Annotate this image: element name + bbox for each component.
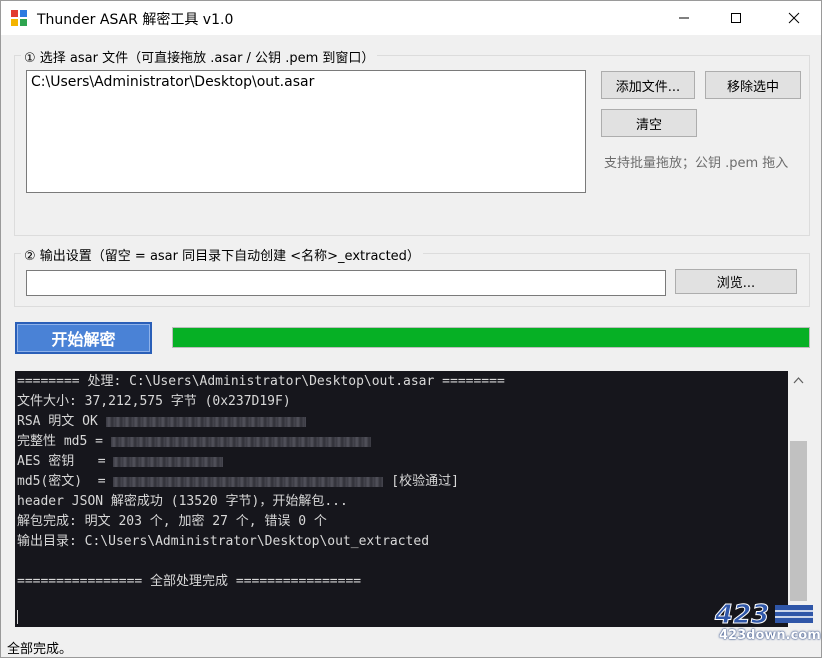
clear-button[interactable]: 清空	[601, 109, 697, 137]
log-lines: ======== 处理: C:\Users\Administrator\Desk…	[17, 372, 786, 592]
title-bar[interactable]: Thunder ASAR 解密工具 v1.0	[1, 1, 821, 35]
log-line: 文件大小: 37,212,575 字节 (0x237D19F)	[17, 392, 786, 412]
log-line-text: ================ 全部处理完成 ================	[17, 574, 362, 589]
log-line: ================ 全部处理完成 ================	[17, 572, 786, 592]
redacted-value	[113, 456, 224, 467]
log-line-text: 解包完成: 明文 203 个, 加密 27 个, 错误 0 个	[17, 514, 327, 529]
output-settings-group-label: ② 输出设置（留空 = asar 同目录下自动创建 <名称>_extracted…	[21, 245, 423, 264]
log-scrollbar[interactable]	[788, 371, 809, 627]
log-line: header JSON 解密成功 (13520 字节)，开始解包...	[17, 492, 786, 512]
log-line-text: 输出目录: C:\Users\Administrator\Desktop\out…	[17, 534, 430, 549]
close-button[interactable]	[771, 1, 817, 35]
app-window: Thunder ASAR 解密工具 v1.0 ① 选择 asar 文件（可直接拖…	[0, 0, 822, 658]
log-line-text: RSA 明文 OK	[17, 414, 106, 429]
minimize-icon	[679, 17, 689, 19]
log-line: 完整性 md5 =	[17, 432, 786, 452]
log-line: AES 密钥 =	[17, 452, 786, 472]
log-line: 输出目录: C:\Users\Administrator\Desktop\out…	[17, 532, 786, 552]
redacted-value	[110, 436, 371, 447]
log-line-text: 文件大小: 37,212,575 字节 (0x237D19F)	[17, 394, 291, 409]
log-line-text: header JSON 解密成功 (13520 字节)，开始解包...	[17, 494, 348, 509]
watermark-text: 423down.com	[719, 628, 821, 643]
log-line-text: AES 密钥 =	[17, 454, 114, 469]
remove-selected-button[interactable]: 移除选中	[705, 71, 801, 99]
progress-fill	[173, 328, 809, 347]
minimize-button[interactable]	[661, 1, 707, 35]
maximize-icon	[731, 13, 741, 23]
log-line-suffix: [校验通过]	[383, 474, 459, 489]
log-line: RSA 明文 OK	[17, 412, 786, 432]
text-cursor	[17, 610, 18, 624]
log-line: md5(密文) = [校验通过]	[17, 472, 786, 492]
close-icon	[788, 12, 800, 24]
redacted-value	[113, 476, 384, 487]
redacted-value	[105, 416, 306, 427]
site-watermark-logo: 423	[714, 600, 813, 627]
status-bar-text: 全部完成。	[7, 642, 73, 657]
file-select-group-label: ① 选择 asar 文件（可直接拖放 .asar / 公钥 .pem 到窗口）	[21, 47, 378, 66]
progress-bar	[172, 327, 810, 348]
svg-text:423: 423	[714, 600, 769, 627]
log-line-text: ======== 处理: C:\Users\Administrator\Desk…	[17, 374, 505, 389]
start-decrypt-button[interactable]: 开始解密	[15, 322, 152, 354]
add-file-button[interactable]: 添加文件...	[601, 71, 695, 99]
log-line: ======== 处理: C:\Users\Administrator\Desk…	[17, 372, 786, 392]
log-console[interactable]: ======== 处理: C:\Users\Administrator\Desk…	[15, 371, 788, 627]
file-list-item[interactable]: C:\Users\Administrator\Desktop\out.asar	[31, 74, 581, 90]
scrollbar-thumb[interactable]	[790, 441, 807, 601]
window-title: Thunder ASAR 解密工具 v1.0	[37, 12, 234, 28]
browse-button[interactable]: 浏览...	[675, 269, 797, 294]
app-icon	[11, 10, 27, 26]
file-listbox[interactable]: C:\Users\Administrator\Desktop\out.asar	[26, 70, 586, 193]
log-line: 解包完成: 明文 203 个, 加密 27 个, 错误 0 个	[17, 512, 786, 532]
log-line-text: md5(密文) =	[17, 474, 114, 489]
output-dir-input[interactable]	[26, 270, 666, 296]
scroll-up-arrow-icon[interactable]	[793, 376, 804, 384]
log-line-text: 完整性 md5 =	[17, 434, 111, 449]
drag-drop-hint: 支持批量拖放；公钥 .pem 拖入	[604, 156, 789, 171]
maximize-button[interactable]	[713, 1, 759, 35]
